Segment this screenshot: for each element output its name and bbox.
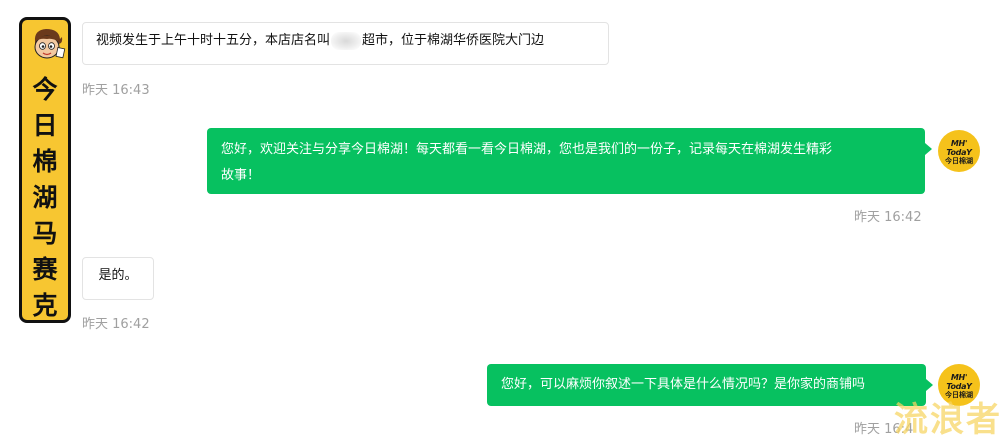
avatar-logo-text: MH' TodaY xyxy=(946,373,972,391)
outgoing-message-bubble[interactable]: 您好，欢迎关注与分享今日棉湖！每天都看一看今日棉湖，您也是我们的一份子，记录每天… xyxy=(207,128,932,194)
message-text: 超市，位于棉湖华侨医院大门边 xyxy=(362,33,545,48)
chat-window: 今 日 棉 湖 马 赛 克 视频发生于上午十时十五分，本店店名叫 超市，位于棉湖华… xyxy=(0,0,1008,447)
badge-char: 湖 xyxy=(32,183,58,212)
badge-char: 赛 xyxy=(32,255,58,284)
message-text-line: 您好，欢迎关注与分享今日棉湖！每天都看一看今日棉湖，您也是我们的一份子，记录每天… xyxy=(221,142,833,157)
site-watermark: 流浪者 xyxy=(894,400,1002,440)
outgoing-message-bubble[interactable]: 您好，可以麻烦你叙述一下具体是什么情况吗？是你家的商铺吗 xyxy=(487,364,933,406)
incoming-message-bubble[interactable]: 是的。 xyxy=(82,257,154,300)
avatar-logo-subtext: 今日棉湖 xyxy=(945,157,973,165)
official-account-avatar[interactable]: MH' TodaY 今日棉湖 xyxy=(938,130,980,172)
avatar-logo-text: MH' TodaY xyxy=(946,139,972,157)
badge-char: 克 xyxy=(32,291,58,320)
badge-title: 今 日 棉 湖 马 赛 克 xyxy=(22,72,68,324)
message-text: 您好，可以麻烦你叙述一下具体是什么情况吗？是你家的商铺吗 xyxy=(501,377,866,392)
message-timestamp: 昨天 16:43 xyxy=(82,83,150,98)
badge-char: 马 xyxy=(32,219,58,248)
badge-char: 棉 xyxy=(32,147,58,176)
incoming-message-bubble[interactable]: 视频发生于上午十时十五分，本店店名叫 超市，位于棉湖华侨医院大门边 xyxy=(82,22,609,65)
cartoon-avatar-icon xyxy=(34,29,66,59)
redacted-text-blur xyxy=(331,31,362,50)
message-text: 视频发生于上午十时十五分，本店店名叫 xyxy=(96,33,331,48)
message-timestamp: 昨天 16:42 xyxy=(854,210,922,225)
badge-char: 今 xyxy=(32,75,58,104)
message-text-line: 故事！ xyxy=(221,168,261,183)
message-text: 是的。 xyxy=(98,268,138,283)
badge-char: 日 xyxy=(32,111,58,140)
message-timestamp: 昨天 16:42 xyxy=(82,317,150,332)
sender-avatar-badge[interactable]: 今 日 棉 湖 马 赛 克 xyxy=(19,17,71,323)
